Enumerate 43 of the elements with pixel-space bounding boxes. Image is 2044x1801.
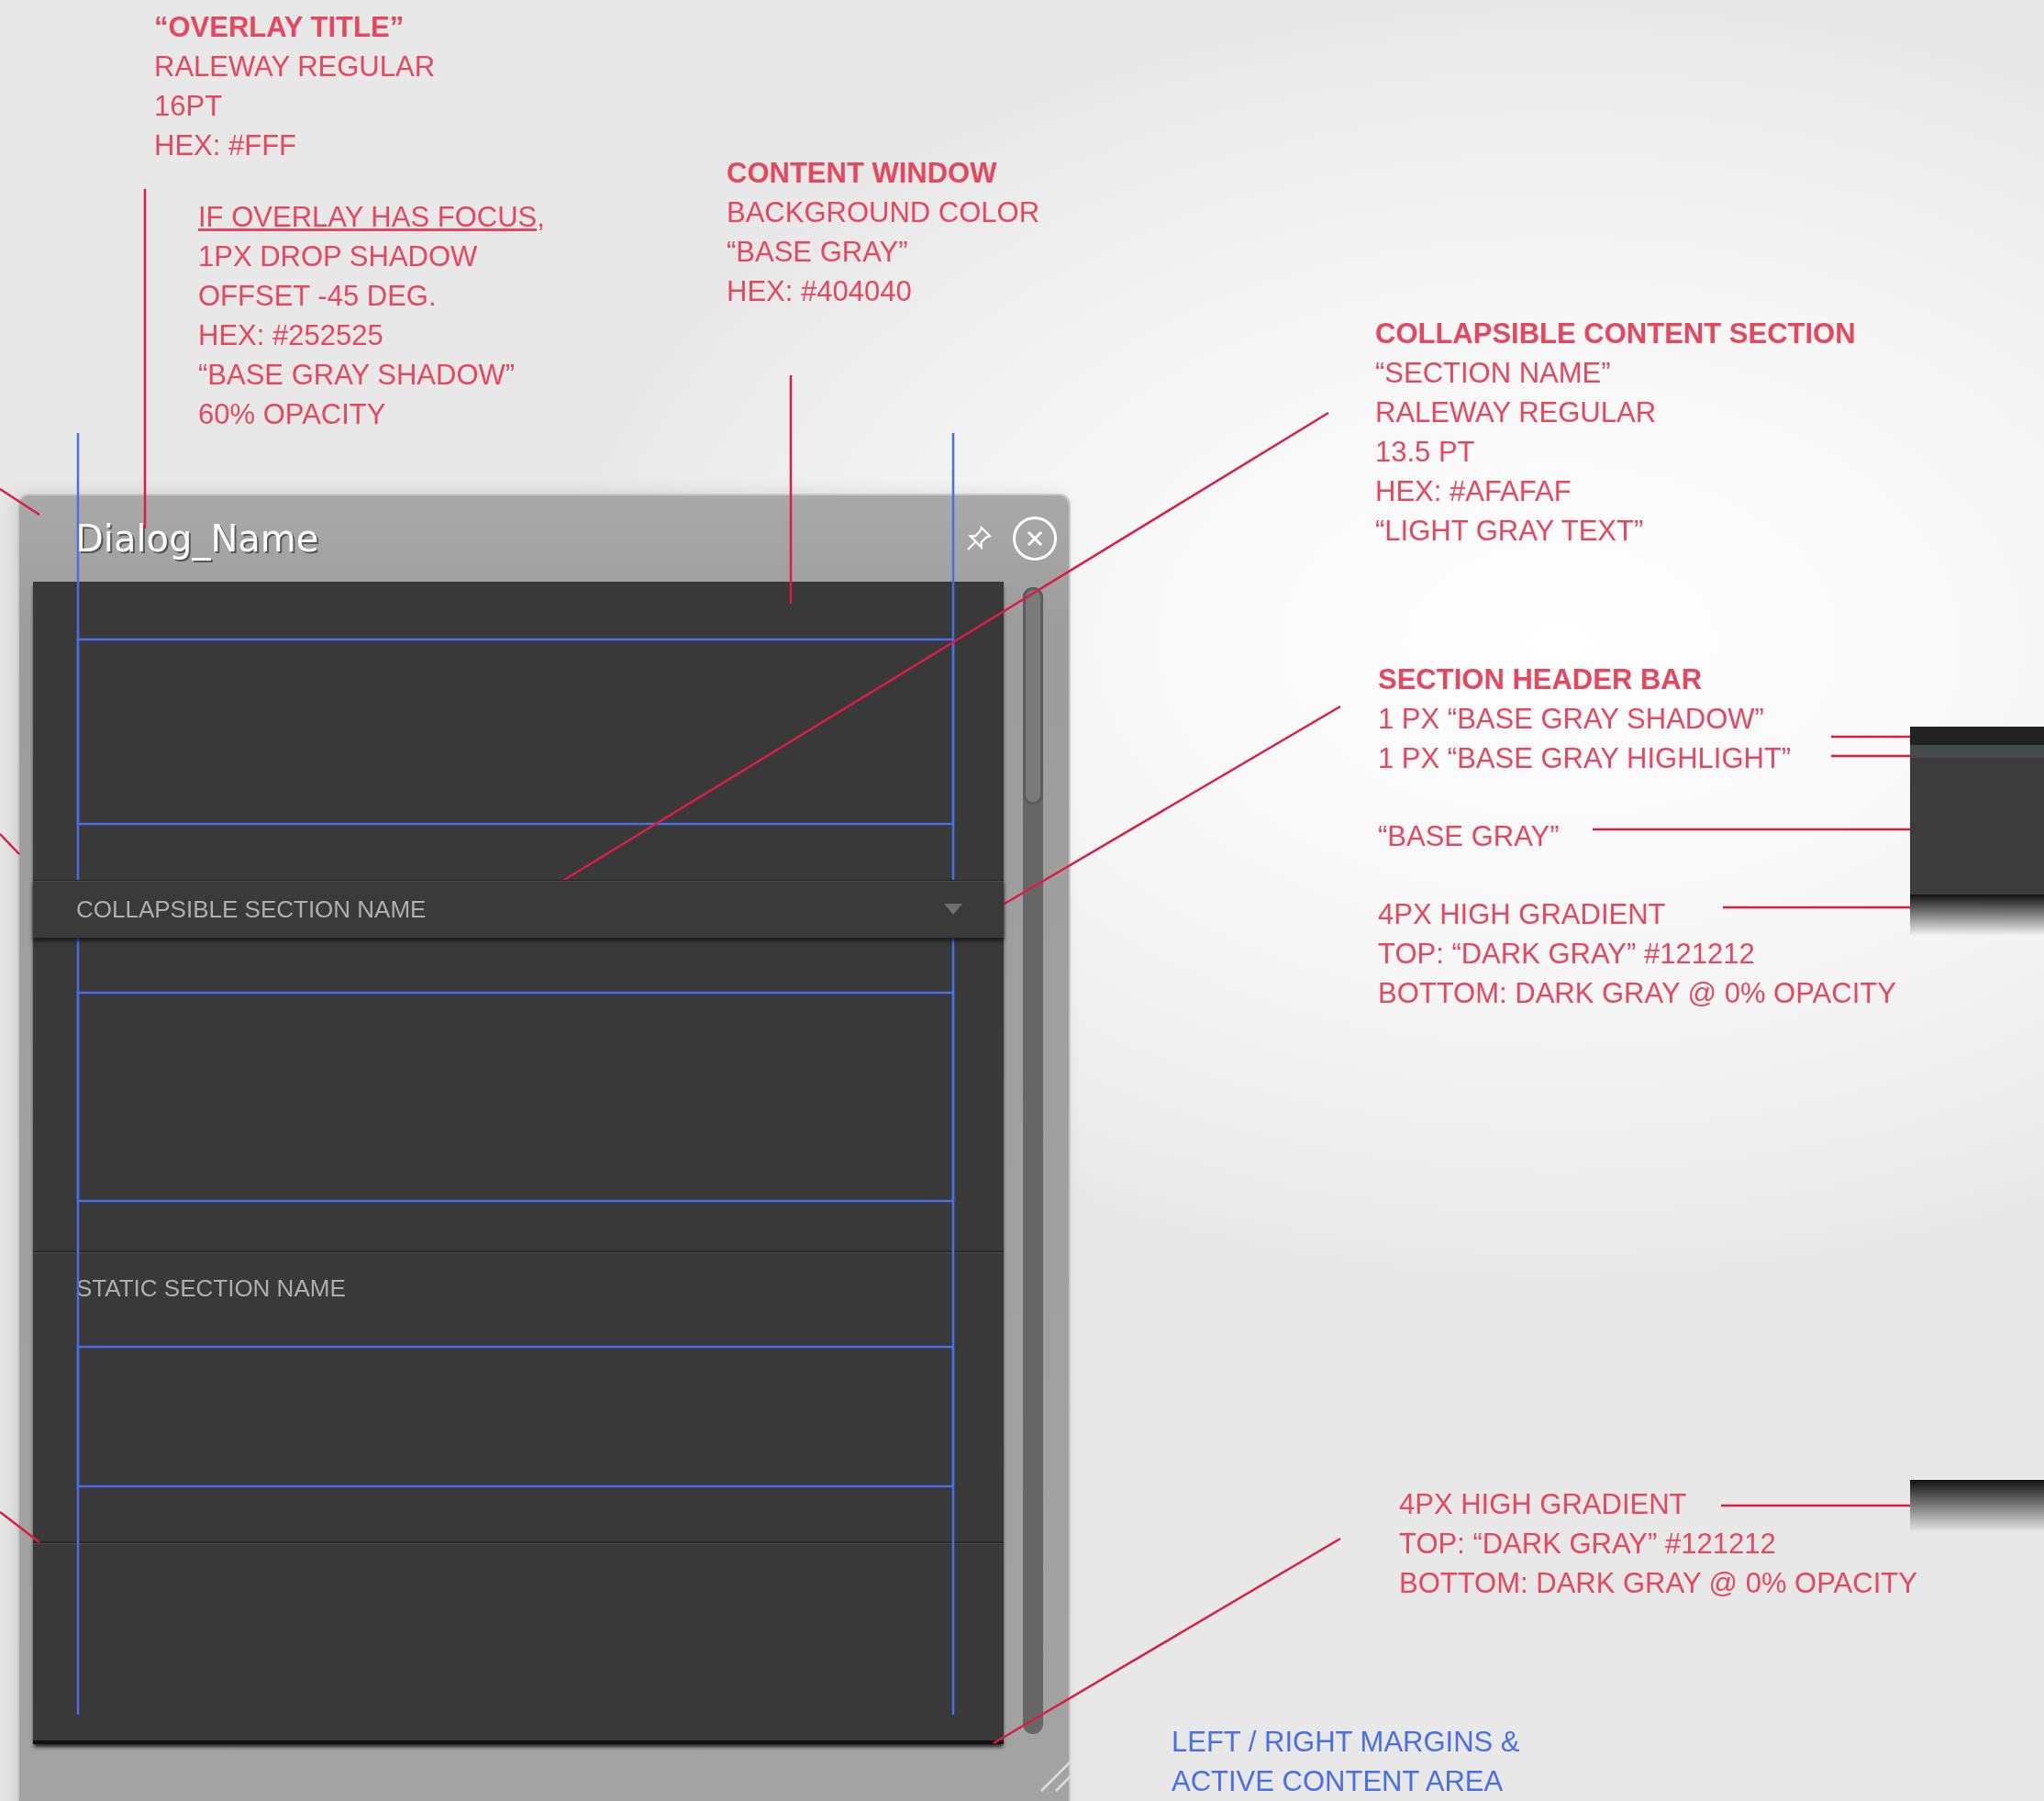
annotation-text: “SECTION NAME” bbox=[1375, 356, 1611, 391]
section-name: COLLAPSIBLE SECTION NAME bbox=[76, 895, 428, 924]
annotation-heading: “OVERLAY TITLE” bbox=[154, 10, 405, 45]
section-name: STATIC SECTION NAME bbox=[76, 1274, 346, 1302]
annotation-text: TOP: “DARK GRAY” #121212 bbox=[1378, 937, 1755, 972]
resize-grip-icon[interactable] bbox=[1039, 1760, 1072, 1793]
annotation-text: IF OVERLAY HAS FOCUS, bbox=[198, 200, 545, 235]
annotation-text: BOTTOM: DARK GRAY @ 0% OPACITY bbox=[1399, 1566, 1917, 1601]
annotation-text: 1PX DROP SHADOW bbox=[198, 239, 478, 274]
annotation-text: OFFSET -45 DEG. bbox=[198, 279, 437, 314]
leader-line bbox=[0, 1511, 40, 1543]
annotation-text: 13.5 PT bbox=[1375, 435, 1475, 470]
annotation-text: BOTTOM: DARK GRAY @ 0% OPACITY bbox=[1378, 976, 1896, 1011]
annotation-text: ACTIVE CONTENT AREA bbox=[1172, 1764, 1504, 1799]
annotation-heading: SECTION HEADER BAR bbox=[1378, 662, 1703, 697]
annotation-text: “BASE GRAY” bbox=[727, 235, 908, 270]
close-button[interactable] bbox=[1012, 516, 1058, 561]
scrollbar-thumb[interactable] bbox=[1023, 587, 1043, 805]
annotation-text: 4PX HIGH GRADIENT bbox=[1399, 1487, 1687, 1522]
annotation-text: 16PT bbox=[154, 89, 223, 124]
annotation-text: HEX: #252525 bbox=[198, 318, 383, 353]
scrollbar-track[interactable] bbox=[1023, 587, 1043, 1734]
annotation-text: 1 PX “BASE GRAY HIGHLIGHT” bbox=[1378, 741, 1792, 776]
annotation-text: 4PX HIGH GRADIENT bbox=[1378, 897, 1666, 932]
annotation-text: BACKGROUND COLOR bbox=[727, 195, 1040, 230]
leader-line bbox=[0, 833, 20, 855]
section-header-bar[interactable]: COLLAPSIBLE SECTION NAME bbox=[33, 880, 1004, 938]
annotation-text: LEFT / RIGHT MARGINS & bbox=[1172, 1725, 1520, 1760]
annotation-heading: COLLAPSIBLE CONTENT SECTION bbox=[1375, 317, 1856, 351]
annotation-text: RALEWAY REGULAR bbox=[154, 50, 436, 84]
annotation-text: “BASE GRAY SHADOW” bbox=[198, 358, 516, 393]
dialog-title: Dialog_Name bbox=[75, 517, 320, 560]
annotation-text: “BASE GRAY” bbox=[1378, 819, 1560, 854]
annotation-text: 1 PX “BASE GRAY SHADOW” bbox=[1378, 702, 1764, 737]
annotation-text: “LIGHT GRAY TEXT” bbox=[1375, 514, 1644, 549]
annotation-heading: CONTENT WINDOW bbox=[727, 156, 997, 191]
annotation-text: TOP: “DARK GRAY” #121212 bbox=[1399, 1527, 1776, 1562]
annotation-text: RALEWAY REGULAR bbox=[1375, 395, 1657, 430]
annotation-text: 60% OPACITY bbox=[198, 397, 386, 432]
annotation-text: HEX: #AFAFAF bbox=[1375, 474, 1572, 509]
leader-line bbox=[0, 487, 40, 517]
annotation-text: HEX: #FFF bbox=[154, 128, 296, 163]
annotation-text: HEX: #404040 bbox=[727, 274, 912, 309]
